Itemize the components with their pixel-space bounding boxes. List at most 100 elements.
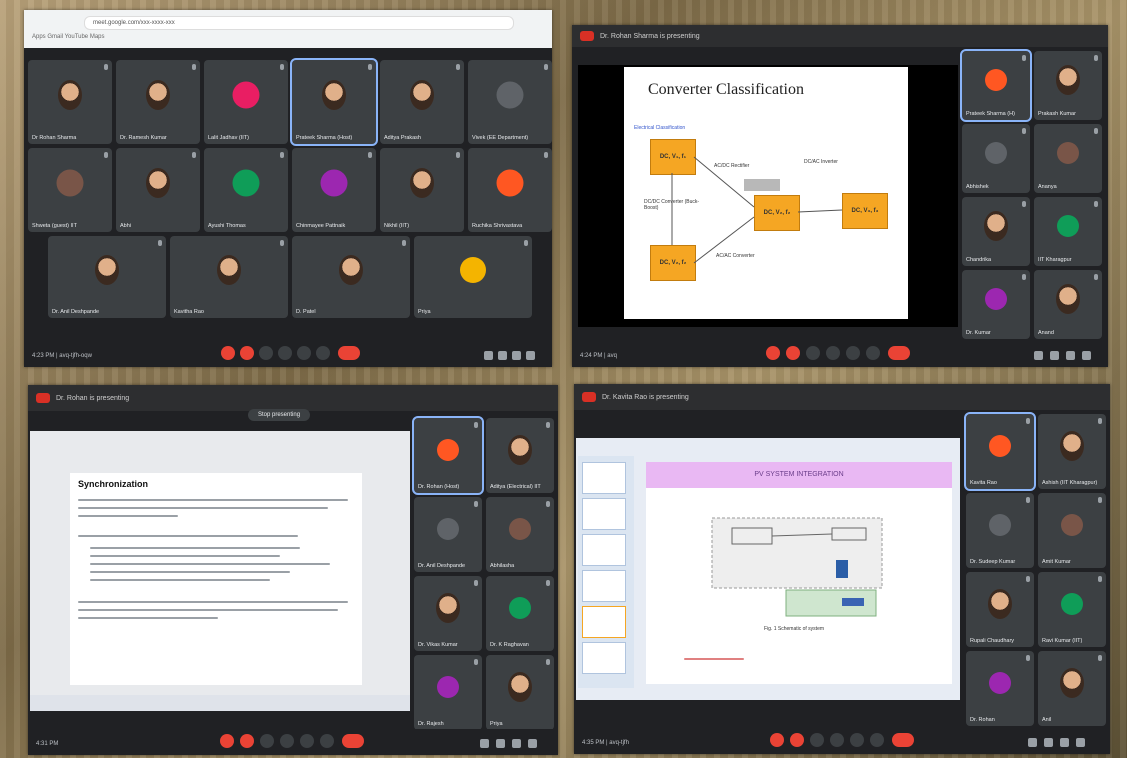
info-icon[interactable] — [1028, 738, 1037, 747]
participant-tile[interactable]: Ananya — [1034, 124, 1102, 193]
slide-thumbnail[interactable] — [582, 462, 626, 494]
chat-icon[interactable] — [1066, 351, 1075, 360]
camera-off-button[interactable] — [790, 733, 804, 747]
end-call-button[interactable] — [338, 346, 360, 360]
participant-tile[interactable]: Prateek Sharma (H) — [960, 49, 1032, 122]
participant-tile[interactable]: Rupali Chaudhary — [966, 572, 1034, 647]
captions-button[interactable] — [260, 734, 274, 748]
mic-off-button[interactable] — [220, 734, 234, 748]
participant-tile[interactable]: Vivek (EE Department) — [468, 60, 552, 144]
participant-tile[interactable]: Chinmayee Pattnaik — [292, 148, 376, 232]
slide-thumbnail[interactable] — [582, 534, 626, 566]
participant-tile[interactable]: Priya — [486, 655, 554, 730]
participant-tile[interactable]: Dr. Rajesh — [414, 655, 482, 730]
participant-tile[interactable]: Shweta (guest) IIT — [28, 148, 112, 232]
participant-tile[interactable]: Amit Kumar — [1038, 493, 1106, 568]
captions-button[interactable] — [806, 346, 820, 360]
chat-icon[interactable] — [1060, 738, 1069, 747]
more-options-button[interactable] — [320, 734, 334, 748]
activities-icon[interactable] — [528, 739, 537, 748]
more-options-button[interactable] — [870, 733, 884, 747]
more-options-button[interactable] — [316, 346, 330, 360]
mic-off-button[interactable] — [221, 346, 235, 360]
participant-tile[interactable]: Aditya Prakash — [380, 60, 464, 144]
end-call-button[interactable] — [342, 734, 364, 748]
mic-off-button[interactable] — [770, 733, 784, 747]
slide-thumbnail[interactable] — [582, 642, 626, 674]
participant-tile[interactable]: Abhilasha — [486, 497, 554, 572]
participant-tile[interactable]: Dr. Ramesh Kumar — [116, 60, 200, 144]
participant-tile[interactable]: Kavitha Rao — [170, 236, 288, 318]
control-bar: 4:23 PM | avq-tjfh-oqw — [24, 341, 552, 367]
participant-tile[interactable]: Priya — [414, 236, 532, 318]
participant-tile[interactable]: Ruchika Shrivastava — [468, 148, 552, 232]
slide: PV SYSTEM INTEGRATION Fig. 1 Schematic o… — [646, 462, 952, 684]
participant-tile[interactable]: Anil — [1038, 651, 1106, 726]
participant-tile[interactable]: Dr Rohan Sharma — [28, 60, 112, 144]
participant-tile[interactable]: Abhi — [116, 148, 200, 232]
participant-tile[interactable]: Dr. K Raghavan — [486, 576, 554, 651]
slide-thumbnail[interactable] — [582, 498, 626, 530]
end-call-button[interactable] — [892, 733, 914, 747]
participant-tile[interactable]: Dr. Anil Deshpande — [48, 236, 166, 318]
info-icon[interactable] — [1034, 351, 1043, 360]
present-button[interactable] — [300, 734, 314, 748]
participant-video — [146, 168, 170, 199]
raise-hand-button[interactable] — [826, 346, 840, 360]
raise-hand-button[interactable] — [278, 346, 292, 360]
participant-tile[interactable]: IIT Kharagpur — [1034, 197, 1102, 266]
info-icon[interactable] — [480, 739, 489, 748]
participant-video — [339, 255, 363, 286]
participant-tile[interactable]: Aditya (Electrical) IIT — [486, 418, 554, 493]
people-icon[interactable] — [498, 351, 507, 360]
participant-tile[interactable]: Dr. Kumar — [962, 270, 1030, 339]
participant-tile[interactable]: Kavita Rao — [964, 412, 1036, 491]
chat-icon[interactable] — [512, 739, 521, 748]
participant-tile[interactable]: Nikhil (IIT) — [380, 148, 464, 232]
participant-tile[interactable]: Chandrika — [962, 197, 1030, 266]
chat-icon[interactable] — [512, 351, 521, 360]
people-icon[interactable] — [1044, 738, 1053, 747]
bookmarks-bar[interactable]: Apps Gmail YouTube Maps — [32, 34, 105, 40]
participant-tile[interactable]: Dr. Sudeep Kumar — [966, 493, 1034, 568]
slide-thumbnail[interactable] — [582, 570, 626, 602]
present-button[interactable] — [850, 733, 864, 747]
more-options-button[interactable] — [866, 346, 880, 360]
camera-off-button[interactable] — [786, 346, 800, 360]
activities-icon[interactable] — [1082, 351, 1091, 360]
participant-tile[interactable]: Prateek Sharma (Host) — [290, 58, 378, 146]
presenting-pill[interactable]: Stop presenting — [248, 409, 311, 421]
participant-tile[interactable]: Dr. Rohan (Host) — [412, 416, 484, 495]
participant-tile[interactable]: Ashish (IIT Kharagpur) — [1038, 414, 1106, 489]
participant-tile[interactable]: Dr. Vikas Kumar — [414, 576, 482, 651]
participant-tile[interactable]: Lalit Jadhav (IIT) — [204, 60, 288, 144]
participant-tile[interactable]: D. Patel — [292, 236, 410, 318]
participant-tile[interactable]: Abhishek — [962, 124, 1030, 193]
mic-off-button[interactable] — [766, 346, 780, 360]
raise-hand-button[interactable] — [830, 733, 844, 747]
present-button[interactable] — [297, 346, 311, 360]
captions-button[interactable] — [810, 733, 824, 747]
participant-tile[interactable]: Ayushi Thomas — [204, 148, 288, 232]
participant-tile[interactable]: Dr. Rohan — [966, 651, 1034, 726]
slide-thumbnail[interactable] — [582, 606, 626, 638]
participant-tile[interactable]: Prakash Kumar — [1034, 51, 1102, 120]
participant-tile[interactable]: Anand — [1034, 270, 1102, 339]
address-bar[interactable]: meet.google.com/xxx-xxxx-xxx — [84, 16, 514, 30]
control-bar: 4:24 PM | avq — [572, 341, 1108, 367]
captions-button[interactable] — [259, 346, 273, 360]
camera-off-button[interactable] — [240, 346, 254, 360]
participant-tile[interactable]: Dr. Anil Deshpande — [414, 497, 482, 572]
participant-tile[interactable]: Ravi Kumar (IIT) — [1038, 572, 1106, 647]
activities-icon[interactable] — [526, 351, 535, 360]
people-icon[interactable] — [1050, 351, 1059, 360]
present-button[interactable] — [846, 346, 860, 360]
participant-video — [1056, 283, 1080, 314]
camera-off-button[interactable] — [240, 734, 254, 748]
people-icon[interactable] — [496, 739, 505, 748]
info-icon[interactable] — [484, 351, 493, 360]
end-call-button[interactable] — [888, 346, 910, 360]
doc-line — [90, 555, 280, 557]
activities-icon[interactable] — [1076, 738, 1085, 747]
raise-hand-button[interactable] — [280, 734, 294, 748]
